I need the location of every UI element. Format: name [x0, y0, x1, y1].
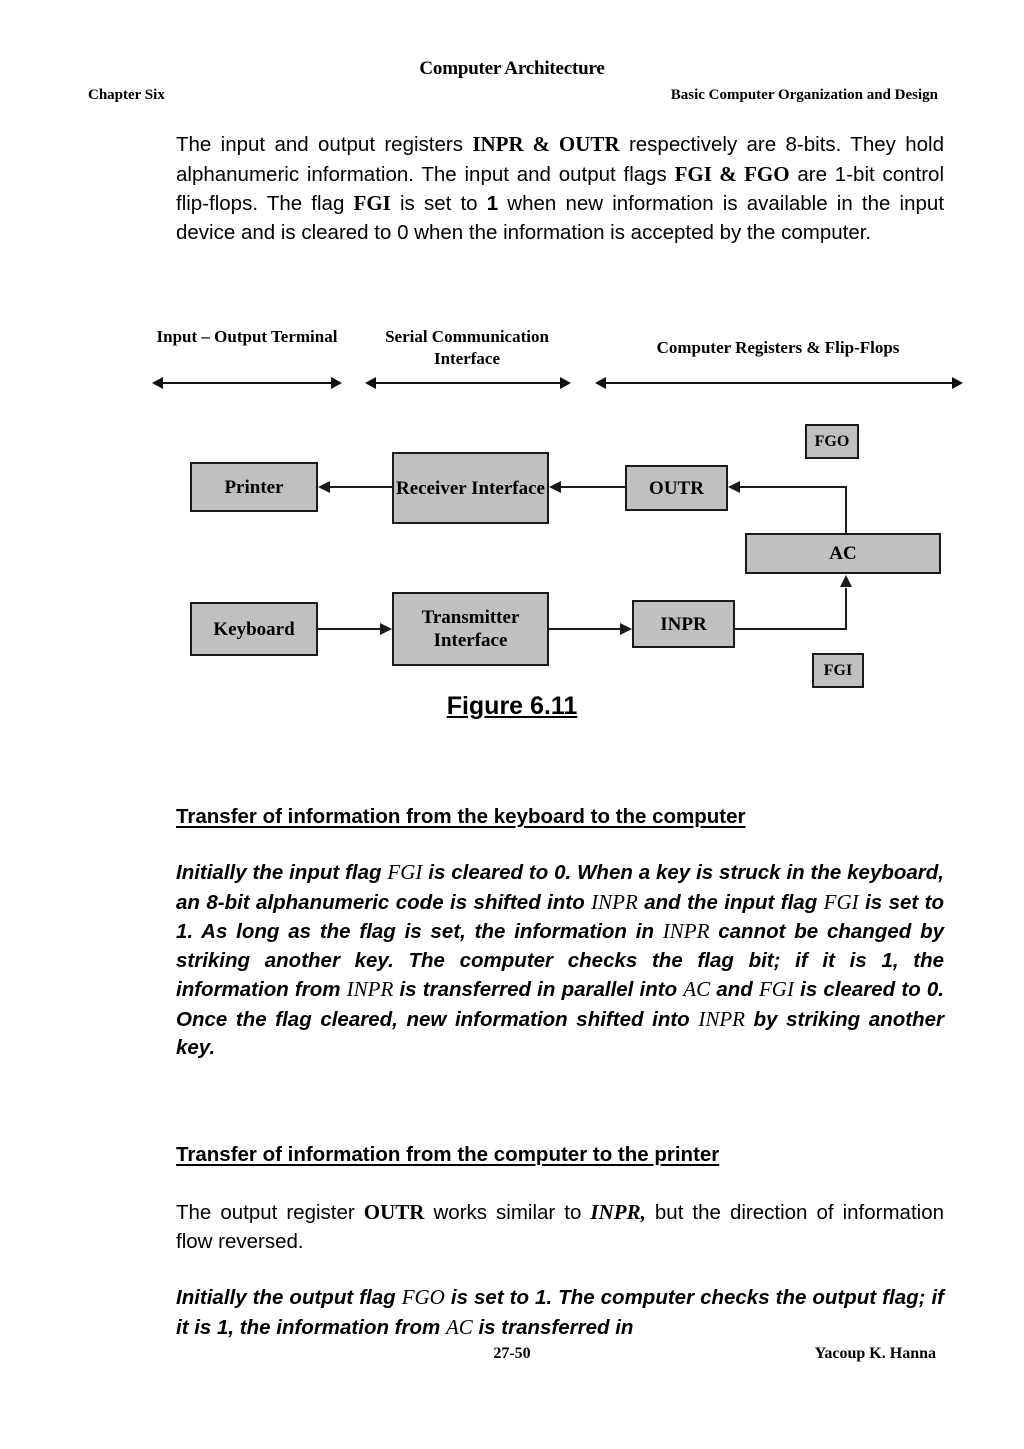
figure-column-header-serial: Serial Communication Interface [385, 327, 549, 368]
page-header: Computer Architecture Chapter Six Basic … [0, 58, 1024, 116]
connector-ac-to-outr-vertical [845, 486, 847, 533]
figure-box-fgo: FGO [805, 424, 859, 459]
arrowhead-ac-in [840, 575, 852, 587]
kbd-text-1: Initially the input flag [176, 861, 388, 884]
figure-6-11: Input – Output Terminal Serial Communica… [0, 312, 1024, 732]
double-arrow-io-terminal [152, 377, 342, 389]
register-inpr-5: INPR, [590, 1200, 646, 1224]
connector-receiver-to-printer [330, 486, 392, 488]
outr-bold: OUTR [363, 1200, 425, 1224]
document-page: { "header": { "doc_title": "Computer Arc… [0, 0, 1024, 1449]
figure-box-outr: OUTR [625, 465, 728, 511]
fgo-text-1: Initially the output flag [176, 1286, 402, 1309]
kbd-text-7: and [710, 978, 759, 1001]
connector-keyboard-to-transmitter [318, 628, 380, 630]
register-inpr-1: INPR [591, 889, 638, 914]
connector-inpr-to-ac-horizontal [735, 628, 847, 630]
connector-transmitter-to-inpr [549, 628, 620, 630]
intro-text-4: is set to [390, 192, 487, 215]
figure-column-header-registers: Computer Registers & Flip-Flops [656, 338, 900, 357]
arrowhead-transmitter-in [380, 623, 392, 635]
figure-box-receiver-interface: Receiver Interface [392, 452, 549, 524]
register-ac-2: AC [445, 1314, 473, 1339]
kbd-text-3: and the input flag [637, 890, 824, 914]
value-one: 1 [486, 192, 499, 215]
prn-text-1: The output register [176, 1201, 364, 1224]
register-fgo-1: FGO [401, 1285, 445, 1309]
section-label: Basic Computer Organization and Design [670, 87, 938, 103]
figure-box-printer: Printer [190, 462, 318, 512]
figure-box-fgi: FGI [812, 653, 864, 688]
connector-ac-to-outr-horizontal [740, 486, 847, 488]
chapter-label: Chapter Six [88, 87, 165, 103]
paragraph-fgo-transfer: Initially the output flag FGO is set to … [176, 1283, 944, 1342]
footer-author: Yacoup K. Hanna [814, 1345, 936, 1362]
prn-text-2: works similar to [424, 1201, 591, 1224]
arrowhead-inpr-in [620, 623, 632, 635]
register-fgi-3: FGI [758, 977, 794, 1001]
heading-computer-to-printer: Transfer of information from the compute… [176, 1143, 720, 1166]
fgo-text-3: is transferred in [472, 1315, 634, 1339]
paragraph-outr-description: The output register OUTR works similar t… [176, 1198, 944, 1256]
fgi-bold: FGI [353, 191, 391, 215]
register-inpr-3: INPR [346, 977, 394, 1001]
connector-outr-to-receiver [561, 486, 625, 488]
register-ac-1: AC [683, 977, 711, 1001]
register-fgi-1: FGI [387, 860, 423, 884]
register-inpr-2: INPR [662, 919, 710, 943]
register-inpr-4: INPR [698, 1006, 745, 1031]
double-arrow-serial-interface [365, 377, 571, 389]
document-title: Computer Architecture [419, 58, 605, 79]
paragraph-keyboard-transfer: Initially the input flag FGI is cleared … [176, 858, 944, 1063]
register-fgi-2: FGI [823, 889, 859, 914]
connector-inpr-to-ac-vertical [845, 588, 847, 630]
figure-caption: Figure 6.11 [0, 692, 1024, 721]
figure-column-header-io: Input – Output Terminal [156, 327, 338, 346]
intro-paragraph: The input and output registers INPR & OU… [176, 130, 944, 247]
double-arrow-computer-registers [595, 377, 963, 389]
arrowhead-printer-in [318, 481, 330, 493]
fgi-fgo-bold: FGI & FGO [674, 161, 790, 186]
figure-box-ac: AC [745, 533, 941, 574]
figure-box-keyboard: Keyboard [190, 602, 318, 656]
figure-box-transmitter-interface: Transmitter Interface [392, 592, 549, 666]
figure-box-inpr: INPR [632, 600, 735, 648]
arrowhead-receiver-in [549, 481, 561, 493]
page-footer: 27-50 Yacoup K. Hanna [0, 1345, 1024, 1369]
kbd-text-6: is transferred in parallel into [393, 978, 684, 1001]
intro-text-1: The input and output registers [176, 133, 473, 156]
figure-caption-text: Figure 6.11 [446, 692, 578, 720]
heading-keyboard-to-computer: Transfer of information from the keyboar… [176, 805, 746, 828]
inpr-outr-bold: INPR & OUTR [472, 132, 620, 156]
arrowhead-outr-in [728, 481, 740, 493]
